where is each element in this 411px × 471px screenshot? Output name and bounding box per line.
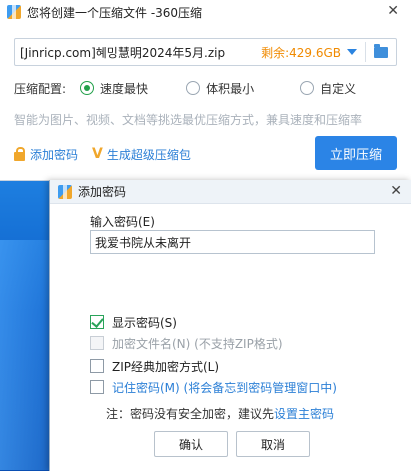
- encrypt-filenames-checkbox: 加密文件名(N) (不支持ZIP格式): [90, 335, 283, 351]
- chevron-down-icon[interactable]: [347, 49, 357, 55]
- free-space-label: 剩余:429.6GB: [261, 45, 341, 60]
- close-icon[interactable]: ✕: [390, 183, 402, 199]
- divider: [365, 42, 366, 62]
- checkbox: [90, 336, 104, 350]
- window-title: 您将创建一个压缩文件 -360压缩: [27, 5, 203, 20]
- radio-button[interactable]: [186, 81, 201, 95]
- cancel-button[interactable]: 取消: [236, 431, 310, 457]
- radio-option-smallest[interactable]: 体积最小: [186, 80, 254, 97]
- config-hint: 智能为图片、视频、文档等挑选最优压缩方式，兼具速度和压缩率: [14, 113, 363, 127]
- note-text: 注：密码没有安全加密，建议先: [106, 407, 275, 421]
- checkbox[interactable]: [90, 359, 104, 373]
- v-badge-icon: V: [92, 146, 103, 162]
- checkbox-label: ZIP经典加密方式(L): [112, 359, 220, 374]
- checkbox[interactable]: [90, 315, 104, 329]
- show-password-checkbox[interactable]: 显示密码(S): [90, 314, 177, 330]
- radio-button[interactable]: [300, 81, 315, 95]
- app-icon: [58, 184, 72, 199]
- folder-icon[interactable]: [374, 43, 388, 58]
- radio-button[interactable]: [80, 81, 95, 95]
- checkbox[interactable]: [90, 380, 104, 394]
- config-label: 压缩配置:: [14, 81, 67, 96]
- add-password-link[interactable]: 添加密码: [30, 146, 78, 163]
- zip-classic-encryption-checkbox[interactable]: ZIP经典加密方式(L): [90, 358, 219, 374]
- remember-password-checkbox[interactable]: 记住密码(M) (将会备忘到密码管理窗口中): [90, 379, 337, 395]
- radio-label: 速度最快: [100, 81, 149, 96]
- add-password-dialog: 添加密码 ✕ 输入密码(E) 我爱书院从未离开 显示密码(S) 加密文件名(N)…: [49, 180, 411, 471]
- password-input[interactable]: 我爱书院从未离开: [90, 230, 375, 254]
- lock-icon: [14, 146, 25, 161]
- radio-option-fastest[interactable]: 速度最快: [80, 80, 148, 97]
- set-master-password-link[interactable]: 设置主密码: [274, 407, 334, 421]
- dialog-title: 添加密码: [78, 185, 127, 199]
- confirm-button[interactable]: 确认: [154, 431, 228, 457]
- radio-label: 自定义: [320, 81, 357, 96]
- dialog-title-bar: 添加密码 ✕: [50, 180, 411, 204]
- output-path-field[interactable]: [Jinricp.com]혜밍慧明2024年5月.zip 剩余:429.6GB: [14, 38, 397, 66]
- checkbox-label: 显示密码(S): [112, 315, 177, 330]
- title-bar: 您将创建一个压缩文件 -360压缩 ✕: [0, 0, 411, 24]
- super-archive-link[interactable]: 生成超级压缩包: [107, 146, 191, 163]
- compress-now-button[interactable]: 立即压缩: [315, 136, 397, 170]
- compress-window: 您将创建一个压缩文件 -360压缩 ✕ [Jinricp.com]혜밍慧明202…: [0, 0, 411, 181]
- output-path-value[interactable]: [Jinricp.com]혜밍慧明2024年5月.zip: [15, 44, 261, 61]
- close-icon[interactable]: ✕: [387, 3, 399, 19]
- options-links: 添加密码 V 生成超级压缩包: [14, 145, 191, 163]
- radio-option-custom[interactable]: 自定义: [300, 80, 356, 97]
- security-note: 注：密码没有安全加密，建议先设置主密码: [106, 405, 334, 422]
- app-icon: [7, 5, 21, 19]
- radio-label: 体积最小: [206, 81, 255, 96]
- password-label: 输入密码(E): [90, 215, 155, 229]
- checkbox-label: 记住密码(M) (将会备忘到密码管理窗口中): [112, 380, 337, 395]
- checkbox-label: 加密文件名(N) (不支持ZIP格式): [112, 336, 283, 351]
- compression-config-row: 压缩配置: 速度最快 体积最小 自定义: [14, 78, 397, 98]
